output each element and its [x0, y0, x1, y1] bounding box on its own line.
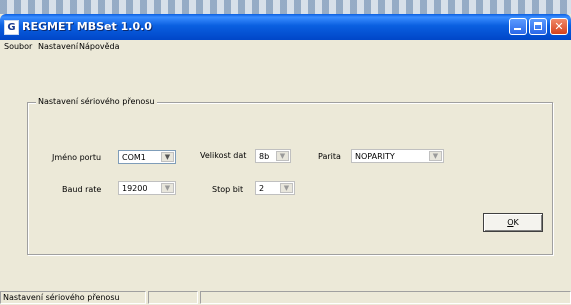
chevron-down-icon[interactable]: ▼: [280, 183, 293, 193]
ok-button[interactable]: OK: [483, 213, 543, 232]
chevron-down-icon[interactable]: ▼: [429, 151, 442, 161]
app-icon: G: [4, 20, 19, 35]
window-title: REGMET MBSet 1.0.0: [22, 20, 152, 33]
menu-napoveda[interactable]: Nápověda: [79, 42, 120, 51]
chevron-down-icon[interactable]: ▼: [276, 151, 289, 161]
data-size-value: 8b: [259, 152, 270, 161]
group-title: Nastavení sériového přenosu: [36, 97, 157, 106]
minimize-icon: [514, 28, 521, 30]
menu-bar: Soubor Nastavení Nápověda: [0, 40, 571, 54]
status-panel-2: [148, 291, 198, 304]
status-panel-3: [200, 291, 571, 304]
menu-soubor[interactable]: Soubor: [4, 42, 32, 51]
close-button[interactable]: ✕: [550, 18, 568, 35]
title-bar[interactable]: G REGMET MBSet 1.0.0 ✕: [0, 14, 571, 40]
status-panel-main: Nastavení sériového přenosu: [0, 291, 146, 304]
baud-rate-value: 19200: [122, 184, 148, 193]
maximize-button[interactable]: [529, 18, 547, 35]
stop-bit-label: Stop bit: [212, 185, 244, 194]
ok-rest: K: [513, 218, 519, 227]
baud-rate-label: Baud rate: [62, 185, 102, 194]
data-size-label: Velikost dat: [200, 151, 247, 160]
menu-nastaveni[interactable]: Nastavení: [38, 42, 78, 51]
port-label: Jméno portu: [52, 153, 102, 162]
minimize-button[interactable]: [509, 18, 527, 35]
maximize-icon: [534, 22, 542, 30]
chevron-down-icon[interactable]: ▼: [161, 152, 174, 162]
chevron-down-icon[interactable]: ▼: [161, 183, 174, 193]
port-value: COM1: [122, 153, 146, 162]
close-icon: ✕: [554, 20, 564, 33]
stop-bit-select[interactable]: 2 ▼: [255, 181, 295, 195]
status-bar: Nastavení sériového přenosu: [0, 290, 571, 305]
parity-value: NOPARITY: [355, 152, 395, 161]
port-select[interactable]: COM1 ▼: [118, 150, 176, 164]
data-size-select[interactable]: 8b ▼: [255, 149, 291, 163]
parity-label: Parita: [318, 152, 341, 161]
stop-bit-value: 2: [259, 184, 265, 193]
serial-settings-group: Nastavení sériového přenosu: [27, 97, 553, 255]
parity-select[interactable]: NOPARITY ▼: [351, 149, 444, 163]
baud-rate-select[interactable]: 19200 ▼: [118, 181, 176, 195]
app-window: G REGMET MBSet 1.0.0 ✕ Soubor Nastavení …: [0, 14, 571, 305]
